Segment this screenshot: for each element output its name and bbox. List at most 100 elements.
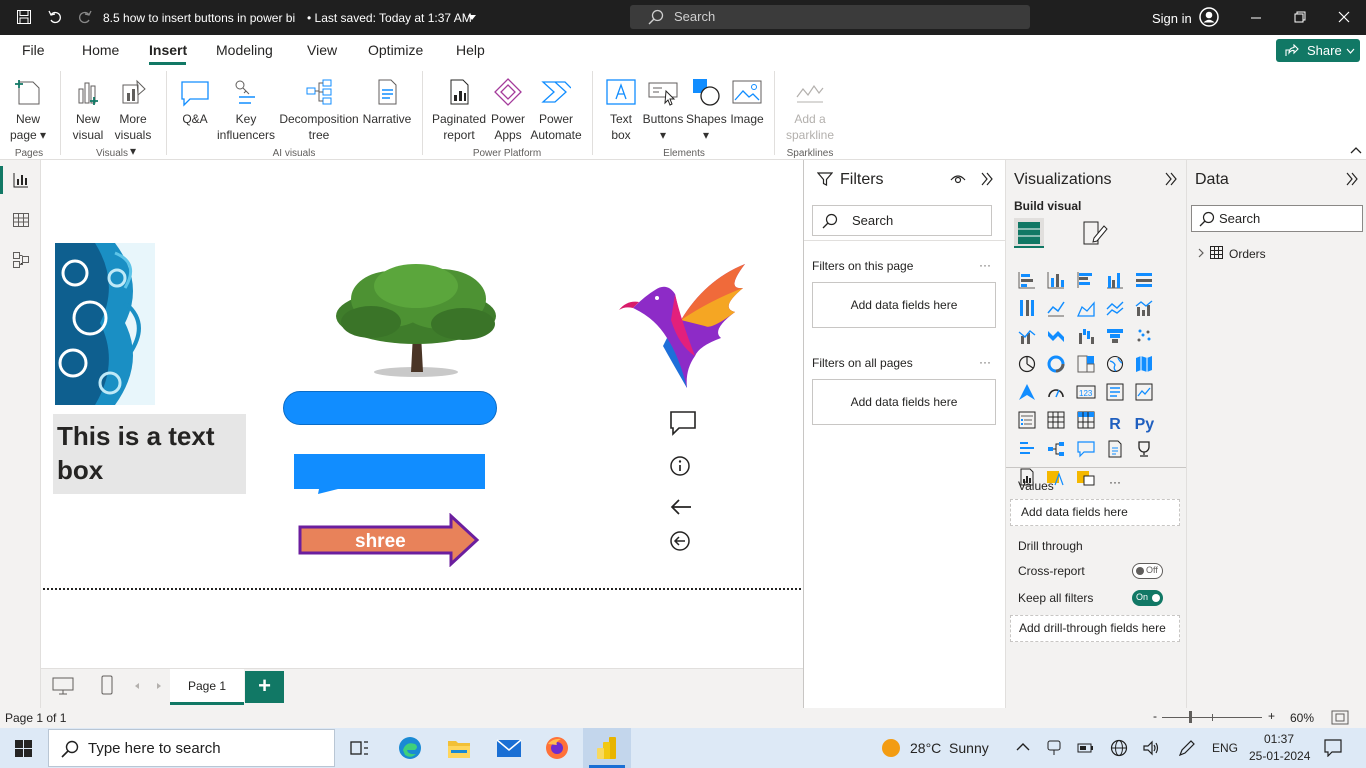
qna-button[interactable]: Q&A [174, 75, 216, 127]
taskbar-search-input[interactable]: Type here to search [48, 729, 335, 767]
zoom-in-button[interactable]: + [1268, 709, 1275, 723]
buttons-button[interactable]: Buttons ▾ [640, 75, 686, 143]
stacked-area-chart-icon[interactable] [1102, 299, 1128, 325]
100-column-chart-icon[interactable] [1014, 299, 1040, 325]
language-indicator[interactable]: ENG [1212, 741, 1238, 755]
metrics-icon[interactable] [1131, 440, 1157, 466]
save-icon[interactable] [16, 9, 32, 25]
edge-icon[interactable] [398, 736, 422, 760]
kpi-icon[interactable] [1131, 383, 1157, 409]
power-automate-button[interactable]: Power Automate [530, 75, 582, 143]
funnel-chart-icon[interactable] [1102, 327, 1128, 353]
line-clustered-column-icon[interactable] [1131, 299, 1157, 325]
windows-start-icon[interactable] [15, 740, 32, 757]
task-view-icon[interactable] [350, 739, 370, 757]
clock-time[interactable]: 01:37 [1264, 732, 1294, 746]
minimize-icon[interactable] [1250, 12, 1262, 24]
values-drop-zone[interactable]: Add data fields here [1010, 499, 1180, 526]
eye-icon[interactable] [950, 173, 966, 185]
treemap-icon[interactable] [1073, 355, 1099, 381]
meet-now-icon[interactable] [1047, 740, 1061, 756]
mobile-layout-icon[interactable] [101, 675, 113, 695]
more-visuals-button[interactable]: More visuals ▾ [110, 75, 156, 159]
matrix-icon[interactable] [1073, 411, 1099, 437]
line-chart-icon[interactable] [1043, 299, 1069, 325]
gauge-icon[interactable] [1043, 383, 1069, 409]
more-visuals-ellipsis[interactable]: ··· [1102, 469, 1128, 495]
key-influencers-visual-icon[interactable] [1014, 440, 1040, 466]
multi-row-card-icon[interactable] [1102, 383, 1128, 409]
chevron-down-icon[interactable] [467, 14, 477, 22]
format-visual-icon[interactable] [1082, 220, 1108, 246]
collapse-filters-icon[interactable] [980, 172, 994, 186]
decomposition-tree-button[interactable]: Decomposition tree [278, 75, 360, 143]
more-options-icon[interactable]: ··· [979, 355, 991, 369]
network-globe-icon[interactable] [1110, 739, 1128, 757]
qna-button-icon[interactable] [669, 410, 697, 436]
back-button-icon[interactable] [669, 497, 693, 517]
power-bi-taskbar-button[interactable] [583, 728, 631, 768]
power-automate-visual-icon[interactable] [1073, 468, 1099, 494]
mail-icon[interactable] [496, 737, 522, 759]
filters-search-input[interactable]: Search [812, 205, 992, 236]
report-view-icon[interactable] [12, 171, 30, 189]
stacked-column-chart-icon[interactable] [1043, 271, 1069, 297]
desktop-layout-icon[interactable] [52, 677, 74, 695]
build-visual-tab[interactable] [1014, 218, 1044, 248]
collapse-data-icon[interactable] [1345, 172, 1359, 186]
waterfall-chart-icon[interactable] [1073, 327, 1099, 353]
filled-map-icon[interactable] [1131, 355, 1157, 381]
callout-button[interactable] [293, 453, 486, 495]
add-page-button[interactable]: + [245, 671, 284, 703]
chevron-right-icon[interactable] [1197, 248, 1205, 258]
menu-insert[interactable]: Insert [149, 42, 187, 58]
donut-chart-icon[interactable] [1043, 355, 1069, 381]
collapse-ribbon-icon[interactable] [1350, 146, 1362, 154]
notification-icon[interactable] [1324, 739, 1342, 757]
cross-report-toggle[interactable]: Off [1132, 563, 1163, 579]
file-explorer-icon[interactable] [447, 737, 471, 759]
menu-file[interactable]: File [22, 42, 45, 58]
undo-icon[interactable] [47, 9, 63, 25]
tree-image[interactable] [331, 264, 501, 382]
back-circle-button-icon[interactable] [669, 530, 691, 552]
scatter-chart-icon[interactable] [1131, 327, 1157, 353]
firefox-icon[interactable] [545, 736, 569, 760]
area-chart-icon[interactable] [1073, 299, 1099, 325]
sign-in-link[interactable]: Sign in [1152, 11, 1192, 26]
line-stacked-column-icon[interactable] [1014, 327, 1040, 353]
pill-button[interactable] [283, 391, 497, 425]
menu-help[interactable]: Help [456, 42, 485, 58]
collapse-visualizations-icon[interactable] [1164, 172, 1178, 186]
model-view-icon[interactable] [12, 251, 30, 269]
smart-narrative-icon[interactable] [1102, 440, 1128, 466]
restore-icon[interactable] [1294, 11, 1306, 23]
text-box-button[interactable]: Text box [602, 75, 640, 143]
python-visual-icon[interactable]: Py [1131, 412, 1157, 438]
tab-page-1[interactable]: Page 1 [170, 669, 244, 705]
new-page-button[interactable]: New page ▾ [6, 75, 50, 143]
pie-chart-icon[interactable] [1014, 355, 1040, 381]
shapes-button[interactable]: Shapes ▾ [686, 75, 727, 143]
keep-all-filters-toggle[interactable]: On [1132, 590, 1163, 606]
paginated-report-button[interactable]: Paginated report [430, 75, 488, 143]
redo-icon[interactable] [77, 9, 93, 25]
100-bar-chart-icon[interactable] [1131, 271, 1157, 297]
report-canvas[interactable]: This is a text box shree [41, 160, 803, 668]
more-options-icon[interactable]: ··· [979, 258, 991, 272]
slicer-icon[interactable] [1014, 411, 1040, 437]
drill-through-drop-zone[interactable]: Add drill-through fields here [1010, 615, 1180, 642]
image-button[interactable]: Image [728, 75, 766, 127]
map-icon[interactable] [1102, 355, 1128, 381]
chevron-right-icon[interactable] [156, 682, 162, 690]
ribbon-chart-icon[interactable] [1043, 327, 1069, 353]
new-visual-button[interactable]: New visual [66, 75, 110, 143]
key-influencers-button[interactable]: Key influencers [216, 75, 276, 143]
stacked-bar-chart-icon[interactable] [1014, 271, 1040, 297]
menu-modeling[interactable]: Modeling [216, 42, 273, 58]
table-icon[interactable] [1043, 411, 1069, 437]
narrative-button[interactable]: Narrative [362, 75, 412, 127]
card-icon[interactable]: 123 [1073, 383, 1099, 409]
menu-optimize[interactable]: Optimize [368, 42, 423, 58]
clock-date[interactable]: 25-01-2024 [1249, 749, 1310, 763]
